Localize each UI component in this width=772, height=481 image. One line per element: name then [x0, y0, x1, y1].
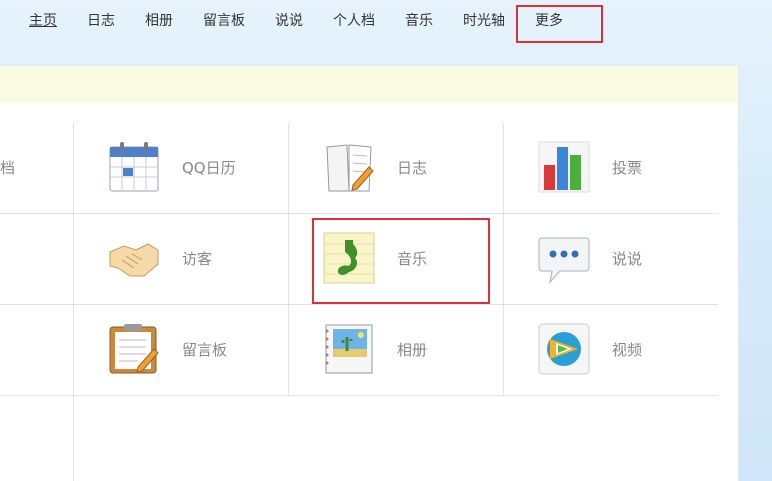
app-message-board[interactable]: 留言板	[108, 323, 227, 375]
notebook-icon	[326, 144, 374, 192]
nav-item-music[interactable]: 音乐	[405, 11, 433, 31]
app-label: 日志	[397, 158, 428, 177]
app-album[interactable]: 相册	[323, 323, 427, 375]
nav-item-home[interactable]: 主页	[29, 11, 57, 31]
app-label: 视频	[612, 340, 643, 359]
app-label: 留言板	[182, 340, 228, 359]
bar-chart-icon	[538, 141, 590, 193]
music-highlight-box	[312, 218, 490, 304]
app-video[interactable]: 视频	[538, 323, 642, 375]
app-label: 说说	[612, 249, 643, 268]
nav-item-album[interactable]: 相册	[145, 11, 173, 31]
partial-app-label[interactable]: 档	[0, 157, 15, 178]
nav-item-shuoshuo[interactable]: 说说	[275, 11, 303, 31]
nav-item-blog[interactable]: 日志	[87, 11, 115, 31]
notice-bar	[0, 66, 739, 104]
app-qq-calendar[interactable]: QQ日历	[108, 141, 236, 193]
calendar-icon	[109, 142, 159, 192]
handshake-icon	[109, 243, 159, 277]
video-play-icon	[538, 323, 590, 375]
grid-divider	[503, 123, 504, 395]
nav-item-timeline[interactable]: 时光轴	[463, 11, 505, 31]
nav-item-profile[interactable]: 个人档	[333, 11, 375, 31]
app-shuoshuo[interactable]: 说说	[538, 232, 642, 284]
app-blog[interactable]: 日志	[323, 141, 427, 193]
grid-divider	[0, 213, 718, 214]
grid-divider	[73, 123, 74, 481]
app-visitors[interactable]: 访客	[108, 232, 212, 284]
app-label: QQ日历	[182, 158, 236, 177]
top-nav: 主页 日志 相册 留言板 说说 个人档 音乐 时光轴 更多	[0, 0, 772, 44]
grid-divider	[0, 395, 718, 396]
app-vote[interactable]: 投票	[538, 141, 642, 193]
app-label: 访客	[182, 249, 213, 268]
grid-divider	[0, 304, 718, 305]
grid-divider	[288, 123, 289, 395]
nav-item-message-board[interactable]: 留言板	[203, 11, 245, 31]
clipboard-icon	[109, 324, 159, 374]
speech-bubble-icon	[538, 237, 590, 284]
more-highlight-box	[516, 5, 603, 43]
photo-album-icon	[325, 324, 373, 374]
app-label: 相册	[397, 340, 428, 359]
app-label: 投票	[612, 158, 643, 177]
